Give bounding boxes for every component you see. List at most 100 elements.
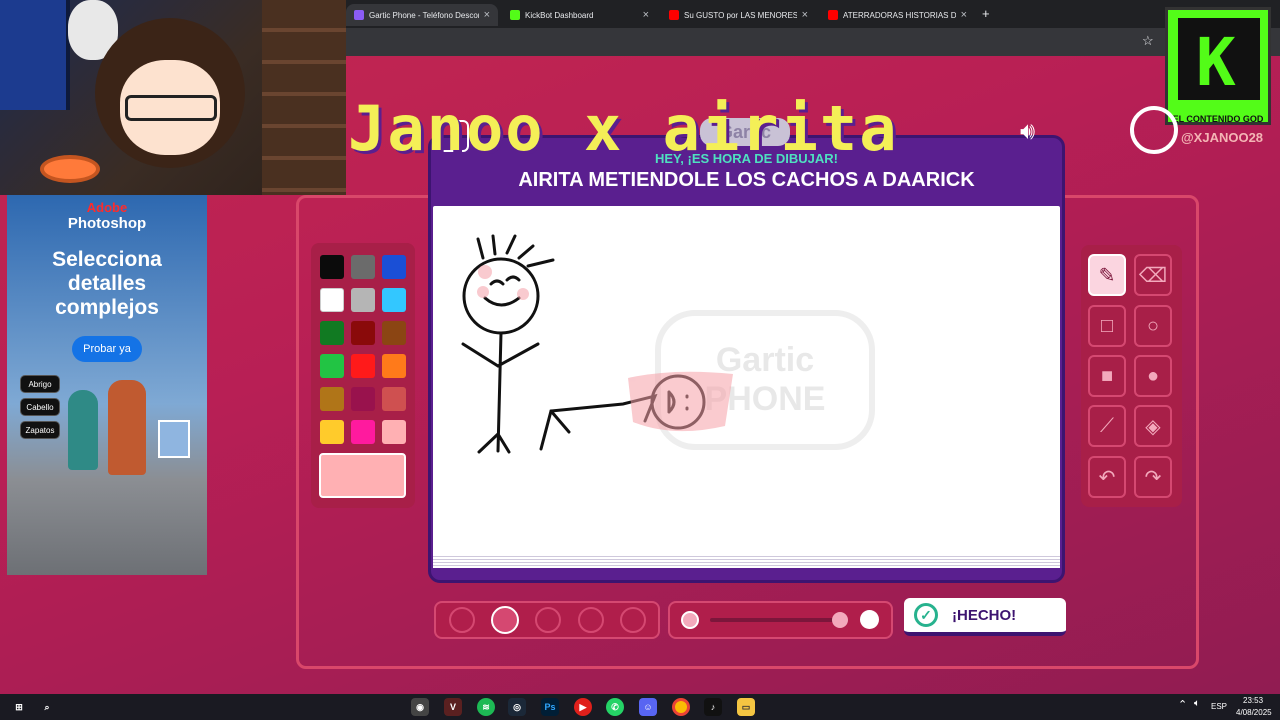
new-tab-button[interactable]: + bbox=[982, 6, 990, 21]
tab-kickbot[interactable]: KickBot Dashboard × bbox=[502, 4, 657, 26]
social-handle: @XJANOO28 bbox=[1181, 130, 1264, 145]
color-swatch[interactable] bbox=[320, 321, 344, 345]
tab-youtube-2[interactable]: ATERRADORAS HISTORIAS DE × bbox=[820, 4, 975, 26]
paint-bucket-icon: ◈ bbox=[1145, 415, 1161, 438]
color-swatch[interactable] bbox=[320, 420, 344, 444]
redo-button[interactable]: ↷ bbox=[1134, 456, 1172, 498]
fill-bucket-tool[interactable]: ◈ bbox=[1134, 405, 1172, 447]
glasses-icon bbox=[125, 95, 217, 121]
pen-tool[interactable]: ✎ bbox=[1088, 254, 1126, 296]
color-swatch[interactable] bbox=[382, 354, 406, 378]
brush-size-1[interactable] bbox=[449, 607, 475, 633]
undo-icon: ↶ bbox=[1098, 466, 1116, 489]
color-swatch[interactable] bbox=[382, 288, 406, 312]
whatsapp-icon[interactable]: ✆ bbox=[606, 698, 624, 716]
ad-chip-abrigo[interactable]: Abrigo bbox=[20, 375, 60, 393]
color-swatch[interactable] bbox=[382, 255, 406, 279]
rectangle-outline-tool[interactable]: □ bbox=[1088, 305, 1126, 347]
pencil-icon: ✎ bbox=[1098, 264, 1116, 287]
rectangle-fill-tool[interactable]: ■ bbox=[1088, 355, 1126, 397]
star-icon[interactable]: ☆ bbox=[1142, 33, 1154, 49]
color-swatch[interactable] bbox=[351, 387, 375, 411]
chevron-up-icon[interactable]: ⌃ bbox=[1178, 698, 1187, 711]
color-swatch[interactable] bbox=[320, 255, 344, 279]
color-swatch[interactable] bbox=[382, 420, 406, 444]
color-swatch[interactable] bbox=[382, 321, 406, 345]
brush-size-4[interactable] bbox=[578, 607, 604, 633]
valorant-icon[interactable]: V bbox=[444, 698, 462, 716]
line-tool[interactable]: ⟋ bbox=[1088, 405, 1126, 447]
dancer-figure bbox=[68, 390, 98, 470]
current-color bbox=[319, 453, 406, 498]
color-swatch[interactable] bbox=[351, 321, 375, 345]
tab-youtube-1[interactable]: Su GUSTO por LAS MENORES p × bbox=[661, 4, 816, 26]
kickbot-favicon-icon bbox=[510, 10, 520, 20]
done-button[interactable]: ✓ ¡HECHO! bbox=[904, 598, 1066, 636]
tiktok-app-icon[interactable]: ♪ bbox=[704, 698, 722, 716]
ad-headline: Selecciona detalles complejos bbox=[52, 248, 162, 319]
color-swatch[interactable] bbox=[351, 288, 375, 312]
vinyl-record bbox=[40, 155, 100, 183]
opacity-min-icon bbox=[681, 611, 699, 629]
close-tab-icon[interactable]: × bbox=[643, 9, 649, 21]
obs-icon[interactable]: ◉ bbox=[411, 698, 429, 716]
redo-icon: ↷ bbox=[1144, 466, 1162, 489]
search-icon[interactable]: ⌕ bbox=[38, 698, 56, 716]
kick-icon: K bbox=[1178, 18, 1260, 100]
clock-date[interactable]: 4/08/2025 bbox=[1236, 708, 1272, 717]
color-swatch[interactable] bbox=[351, 354, 375, 378]
eraser-tool[interactable]: ⌫ bbox=[1134, 254, 1172, 296]
eraser-icon: ⌫ bbox=[1138, 264, 1168, 287]
spotify-icon[interactable]: ≋ bbox=[477, 698, 495, 716]
chrome-icon[interactable] bbox=[672, 698, 690, 716]
color-swatch[interactable] bbox=[351, 420, 375, 444]
opacity-knob[interactable] bbox=[831, 612, 848, 628]
ellipse-fill-tool[interactable]: ● bbox=[1134, 355, 1172, 397]
kick-logo: K EL CONTENIDO GOD bbox=[1165, 7, 1271, 125]
tab-gartic-phone[interactable]: Gartic Phone - Teléfono Descon × bbox=[346, 4, 498, 26]
square-filled-icon: ■ bbox=[1100, 364, 1114, 387]
close-tab-icon[interactable]: × bbox=[802, 9, 808, 21]
drawing-strokes bbox=[461, 234, 733, 454]
opacity-max-icon bbox=[860, 610, 879, 629]
photoshop-icon[interactable]: Ps bbox=[541, 698, 559, 716]
undo-button[interactable]: ↶ bbox=[1088, 456, 1126, 498]
color-swatch[interactable] bbox=[351, 255, 375, 279]
circle-outline-icon: ○ bbox=[1146, 314, 1160, 337]
gartic-favicon-icon bbox=[354, 10, 364, 20]
speaker-tray-icon[interactable]: 🔈︎ bbox=[1194, 698, 1200, 709]
close-tab-icon[interactable]: × bbox=[961, 9, 967, 21]
ad-product: Photoshop bbox=[67, 215, 147, 232]
brush-size-3[interactable] bbox=[535, 607, 561, 633]
youtube-favicon-icon bbox=[828, 10, 838, 20]
line-icon: ⟋ bbox=[1100, 414, 1114, 437]
speaker-icon[interactable]: 🔊︎ bbox=[1020, 118, 1035, 146]
close-tab-icon[interactable]: × bbox=[484, 9, 490, 21]
check-icon: ✓ bbox=[914, 603, 938, 627]
color-swatch[interactable] bbox=[320, 387, 344, 411]
media-icon[interactable]: ▶ bbox=[574, 698, 592, 716]
file-explorer-icon[interactable]: ▭ bbox=[737, 698, 755, 716]
ellipse-outline-tool[interactable]: ○ bbox=[1134, 305, 1172, 347]
ad-thumbnail bbox=[158, 420, 190, 458]
brush-size-2[interactable] bbox=[491, 606, 519, 634]
color-swatch[interactable] bbox=[320, 354, 344, 378]
discord-icon[interactable]: ☺ bbox=[639, 698, 657, 716]
ad-cta-button[interactable]: Probar ya bbox=[72, 336, 142, 362]
ad-chip-zapatos[interactable]: Zapatos bbox=[20, 421, 60, 439]
circle-filled-icon: ● bbox=[1146, 364, 1160, 387]
windows-start-icon[interactable]: ⊞ bbox=[10, 698, 28, 716]
brush-size-5[interactable] bbox=[620, 607, 646, 633]
youtube-favicon-icon bbox=[669, 10, 679, 20]
ad-chip-cabello[interactable]: Cabello bbox=[20, 398, 60, 416]
steam-icon[interactable]: ◎ bbox=[508, 698, 526, 716]
opacity-track[interactable] bbox=[710, 618, 846, 622]
color-swatch[interactable] bbox=[382, 387, 406, 411]
ad-brand: Adobe bbox=[86, 200, 128, 215]
language-indicator[interactable]: ESP bbox=[1211, 702, 1227, 711]
drawing-prompt: AIRITA METIENDOLE LOS CACHOS A DAARICK bbox=[518, 169, 975, 191]
dancer-figure bbox=[108, 380, 146, 475]
clock-time[interactable]: 23:53 bbox=[1243, 696, 1263, 705]
bookshelf bbox=[262, 0, 346, 195]
color-swatch[interactable] bbox=[320, 288, 344, 312]
